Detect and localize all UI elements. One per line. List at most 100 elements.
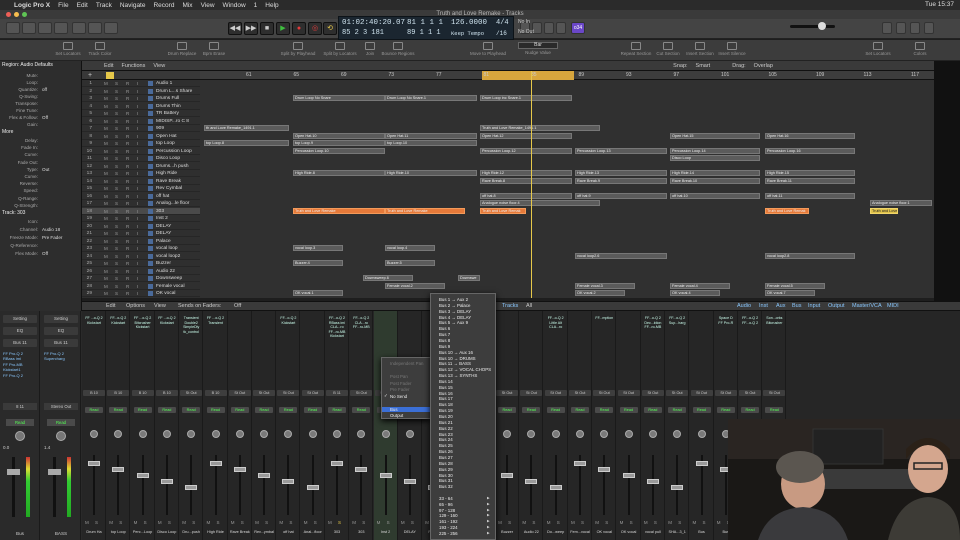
volume-fader[interactable]	[530, 455, 533, 515]
pan-knob-icon[interactable]	[576, 430, 584, 438]
mute-button[interactable]: M	[328, 520, 332, 525]
region[interactable]: Rave Break.10	[670, 177, 760, 184]
more-param-row[interactable]: Reverse:	[2, 181, 80, 187]
region[interactable]: High Ride.8	[293, 170, 385, 176]
strip-name[interactable]: Audio 22	[519, 530, 543, 534]
track-name[interactable]: off hat	[156, 193, 200, 200]
strip-automation-read[interactable]: Read	[668, 407, 687, 413]
track-r-button[interactable]: R	[126, 133, 129, 140]
bus-menu-item[interactable]: Bus 4 → DELAY	[439, 315, 471, 320]
strip-automation-read[interactable]: Read	[546, 407, 565, 413]
fader-cap-icon[interactable]	[7, 469, 20, 475]
send-menu-item[interactable]: Output	[390, 413, 403, 418]
track-r-button[interactable]: R	[126, 148, 129, 155]
more-param-row[interactable]: Curve:	[2, 174, 80, 180]
solo-button[interactable]: S	[532, 520, 535, 525]
strip-output[interactable]: B 10	[83, 390, 105, 396]
strip-output[interactable]: St Out	[544, 390, 567, 396]
strip-plugins[interactable]: FF Pro-Q 2 Supercharg	[44, 351, 78, 362]
track-i-button[interactable]: I	[137, 290, 138, 297]
track-name[interactable]: Drum L...s Share	[156, 88, 200, 95]
menu-view[interactable]: View	[201, 2, 215, 9]
track-s-button[interactable]: S	[115, 193, 118, 200]
mute-button[interactable]: M	[279, 520, 283, 525]
track-name[interactable]: Analog...le floor	[156, 200, 200, 207]
track-header[interactable]: 3 Drums Full M S R I	[82, 95, 200, 103]
track-s-button[interactable]: S	[115, 118, 118, 125]
region[interactable]: Percussion Loop.14	[670, 147, 760, 154]
region[interactable]: Open Hat.12	[480, 132, 572, 139]
strip-automation-read[interactable]: Read	[571, 407, 589, 413]
mute-solo-buttons[interactable]: MS	[571, 520, 589, 525]
fader-cap-icon[interactable]	[355, 467, 368, 472]
region[interactable]: Truth and Love Remak	[480, 207, 526, 214]
bus-menu-item[interactable]: Bus 28	[439, 461, 453, 466]
strip-automation-read[interactable]: Read	[765, 407, 784, 413]
solo-button[interactable]: S	[265, 520, 268, 525]
strip-plugins[interactable]: FF Pro-Q 2 RBass imi FF Pro-MB Kickstart…	[3, 351, 37, 378]
track-header[interactable]: 11 Disco Loop M S R I	[82, 155, 200, 163]
bus-menu-item[interactable]: Bus 11 → BASS	[439, 361, 471, 366]
region-param-row[interactable]: Fine Tune:	[2, 108, 80, 114]
track-i-button[interactable]: I	[137, 163, 138, 170]
solo-icon[interactable]	[544, 22, 554, 34]
region[interactable]: Downswe	[458, 275, 480, 281]
region[interactable]: top Loop.9	[293, 140, 385, 146]
track-header[interactable]: 16 off hat M S R I	[82, 193, 200, 200]
region[interactable]: OK vocal.1	[293, 290, 343, 296]
volume-fader[interactable]	[117, 455, 120, 515]
track-r-button[interactable]: R	[126, 88, 129, 95]
track-i-button[interactable]: I	[137, 125, 138, 132]
track-i-button[interactable]: I	[137, 238, 138, 245]
strip-input-slot[interactable]: Bus 11	[3, 339, 37, 347]
fader-cap-icon[interactable]	[306, 485, 319, 490]
strip-plugins[interactable]: FF ...o-Q 2 Kickstart	[156, 316, 178, 325]
mute-solo-buttons[interactable]: MS	[620, 520, 638, 525]
track-m-button[interactable]: M	[104, 80, 108, 87]
strip-output[interactable]: St Out	[253, 390, 276, 396]
capture-recording-button[interactable]: ◎	[308, 22, 322, 35]
track-i-button[interactable]: I	[137, 193, 138, 200]
bounce-regions-tool[interactable]: Bounce Regions	[378, 42, 418, 56]
region[interactable]: Percussion Loop.10	[293, 147, 385, 154]
strip-output[interactable]: St Out	[520, 390, 543, 396]
mute-solo-buttons[interactable]: MS	[644, 520, 662, 525]
mute-solo-buttons[interactable]: MS	[279, 520, 297, 525]
strip-automation-read[interactable]: Read	[6, 419, 34, 426]
track-m-button[interactable]: M	[104, 133, 108, 140]
more-param-row[interactable]: Q-Strength:	[2, 203, 80, 209]
count-display[interactable]: o34	[571, 22, 585, 34]
bus-menu-item[interactable]: Bus 5 → Aux 9	[439, 320, 468, 325]
mute-button[interactable]: M	[255, 520, 259, 525]
region[interactable]: Open Hat.16	[765, 132, 855, 139]
bus-menu-item[interactable]: 33 - 64	[439, 496, 453, 501]
track-s-button[interactable]: S	[115, 110, 118, 117]
filter-audio[interactable]: Audio	[737, 303, 751, 309]
track-header[interactable]: 13 High Ride M S R I	[82, 170, 200, 178]
track-m-button[interactable]: M	[104, 268, 108, 275]
strip-output[interactable]: St Out	[180, 390, 203, 396]
pan-knob-icon[interactable]	[405, 430, 414, 438]
track-m-button[interactable]: M	[104, 155, 108, 162]
track-m-button[interactable]: M	[104, 185, 108, 192]
bus-menu-item[interactable]: Bus 16	[439, 391, 453, 396]
region-param-row[interactable]: Transpose:	[2, 101, 80, 107]
volume-fader[interactable]	[506, 455, 509, 515]
track-i-button[interactable]: I	[137, 260, 138, 267]
strip-automation-read[interactable]: Read	[303, 407, 322, 413]
track-s-button[interactable]: S	[115, 238, 118, 245]
strip-automation-read[interactable]: Read	[498, 407, 517, 413]
pan-knob-icon[interactable]	[15, 431, 25, 441]
track-i-button[interactable]: I	[137, 268, 138, 275]
menu-record[interactable]: Record	[153, 2, 174, 9]
mute-button[interactable]: M	[377, 520, 381, 525]
bus-menu-item[interactable]: Bus 22	[439, 426, 453, 431]
record-button[interactable]: ●	[292, 22, 306, 35]
fader-cap-icon[interactable]	[185, 485, 198, 490]
fader-cap-icon[interactable]	[282, 479, 295, 484]
more-param-row[interactable]: Type: Out	[2, 167, 80, 173]
stop-button[interactable]: ■	[260, 22, 274, 35]
bus-menu-item[interactable]: 97 - 128	[439, 508, 455, 513]
region[interactable]: Truth and Love Remake_1491.1	[480, 125, 600, 131]
strip-plugins[interactable]: FF...o-Q 2 Sup...harg	[666, 316, 688, 325]
